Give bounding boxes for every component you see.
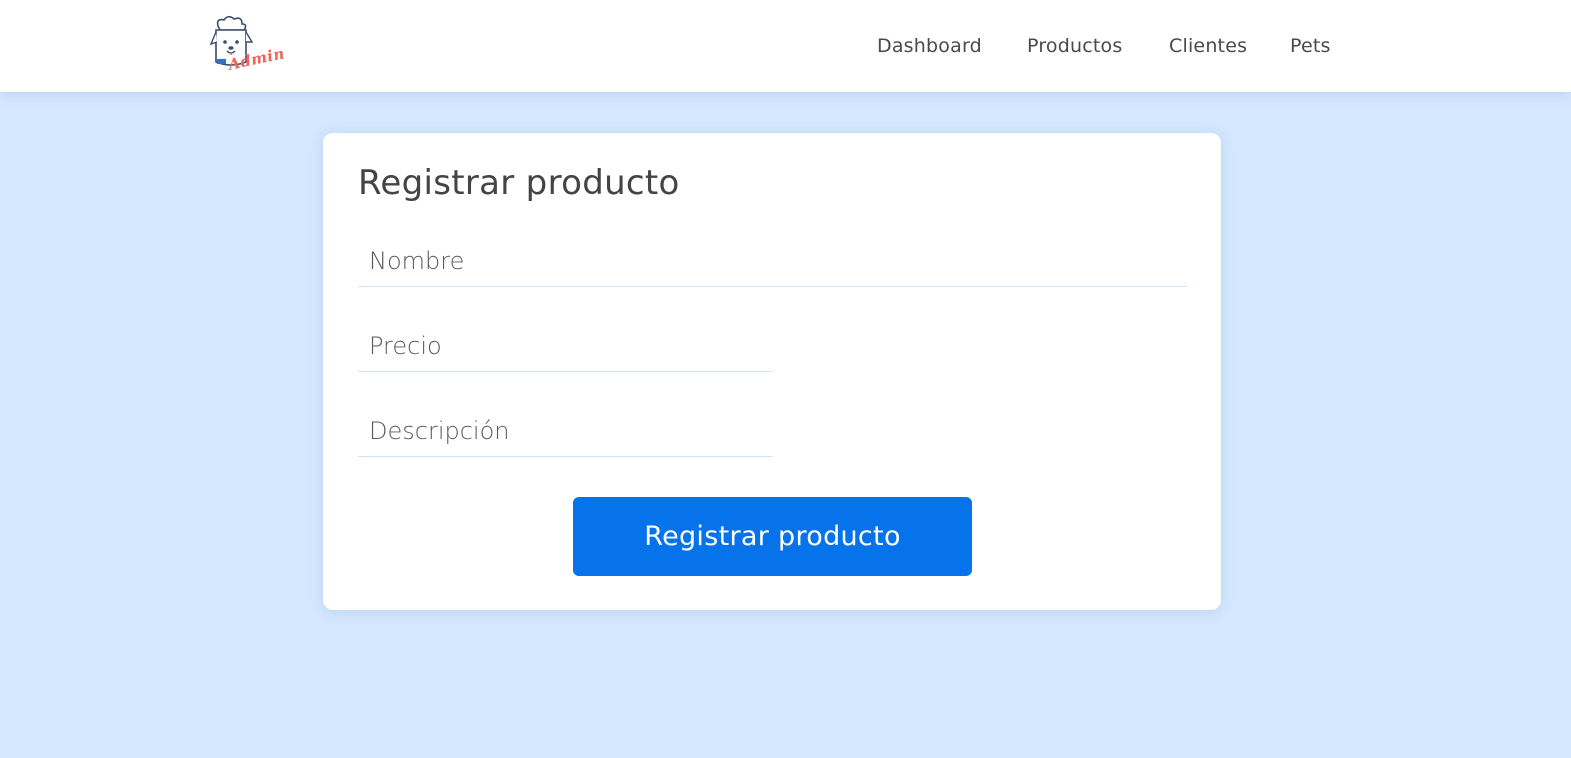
precio-input[interactable] bbox=[358, 316, 773, 372]
nav-productos[interactable]: Productos bbox=[1027, 30, 1122, 62]
main-nav: Dashboard Productos Clientes Pets bbox=[0, 30, 1571, 62]
top-navbar: Admin Dashboard Productos Clientes Pets bbox=[0, 0, 1571, 92]
register-product-card: Registrar producto Registrar producto bbox=[323, 133, 1221, 610]
nav-clientes[interactable]: Clientes bbox=[1169, 30, 1247, 62]
nombre-input[interactable] bbox=[358, 231, 1187, 287]
page-title: Registrar producto bbox=[358, 163, 680, 203]
nav-dashboard[interactable]: Dashboard bbox=[877, 30, 982, 62]
descripcion-input[interactable] bbox=[358, 401, 773, 457]
nav-pets[interactable]: Pets bbox=[1290, 30, 1331, 62]
register-product-button[interactable]: Registrar producto bbox=[573, 497, 972, 576]
